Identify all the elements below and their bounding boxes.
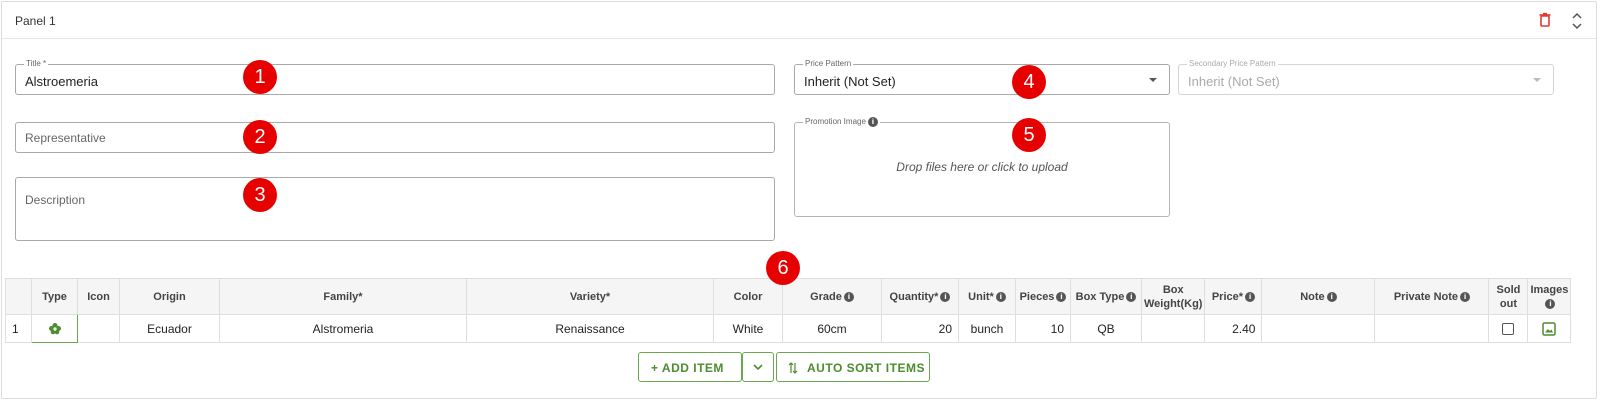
col-header-icon: Icon bbox=[77, 278, 120, 315]
annotation-badge-4: 4 bbox=[1012, 65, 1046, 99]
images-cell bbox=[1527, 314, 1572, 343]
sort-icon bbox=[788, 362, 798, 374]
box-weight-cell[interactable] bbox=[1140, 314, 1206, 343]
price-pattern-value: Inherit (Not Set) bbox=[804, 74, 896, 89]
col-header-box-type: Box Type i bbox=[1070, 278, 1142, 315]
panel-header: Panel 1 bbox=[2, 2, 1596, 39]
col-header-index bbox=[5, 278, 32, 315]
price-pattern-label: Price Pattern bbox=[803, 59, 854, 69]
title-field[interactable]: Title * Alstroemeria bbox=[15, 59, 775, 95]
unit-cell[interactable]: bunch bbox=[958, 314, 1016, 343]
private-note-cell[interactable] bbox=[1374, 314, 1490, 343]
image-icon[interactable] bbox=[1542, 322, 1557, 336]
info-icon[interactable]: i bbox=[1056, 291, 1067, 302]
info-icon[interactable]: i bbox=[1326, 291, 1337, 302]
info-icon[interactable]: i bbox=[1245, 291, 1256, 302]
dropzone-text: Drop files here or click to upload bbox=[896, 160, 1068, 174]
col-header-sold-out: Sold out bbox=[1488, 278, 1529, 315]
col-header-variety: Variety* bbox=[466, 278, 714, 315]
col-header-box-weight: Box Weight(Kg) bbox=[1140, 278, 1206, 315]
sold-out-checkbox[interactable] bbox=[1502, 323, 1515, 336]
info-icon[interactable]: i bbox=[995, 291, 1006, 302]
col-header-private-note: Private Note i bbox=[1374, 278, 1490, 315]
info-icon[interactable]: i bbox=[867, 117, 878, 127]
info-icon[interactable]: i bbox=[1126, 291, 1137, 302]
add-item-label: + ADD ITEM bbox=[651, 361, 724, 375]
annotation-badge-5: 5 bbox=[1012, 118, 1046, 152]
chevron-down-icon bbox=[1149, 78, 1157, 82]
panel: Panel 1 Title * Alstroemeria Representat… bbox=[1, 1, 1597, 399]
variety-cell[interactable]: Renaissance bbox=[466, 314, 714, 343]
chevron-down-icon bbox=[1533, 78, 1541, 82]
row-index: 1 bbox=[5, 314, 32, 343]
trash-icon[interactable] bbox=[1536, 11, 1554, 29]
col-header-pieces: Pieces i bbox=[1015, 278, 1071, 315]
info-icon[interactable]: i bbox=[843, 291, 854, 302]
grade-cell[interactable]: 60cm bbox=[782, 314, 882, 343]
items-table: Type Icon Origin Family* Variety* Color … bbox=[5, 278, 1572, 343]
info-icon[interactable]: i bbox=[1545, 298, 1556, 309]
representative-placeholder: Representative bbox=[25, 131, 106, 145]
col-header-grade: Grade i bbox=[782, 278, 882, 315]
add-item-button[interactable]: + ADD ITEM bbox=[638, 352, 742, 382]
color-cell[interactable]: White bbox=[713, 314, 783, 343]
promotion-image-label: Promotion Image i bbox=[803, 117, 880, 128]
secondary-price-pattern-select[interactable]: Secondary Price Pattern Inherit (Not Set… bbox=[1178, 59, 1554, 95]
annotation-badge-6: 6 bbox=[766, 251, 800, 285]
col-header-family: Family* bbox=[219, 278, 467, 315]
description-field[interactable]: Description bbox=[15, 177, 775, 241]
annotation-badge-1: 1 bbox=[243, 60, 277, 94]
col-header-images: Images i bbox=[1527, 278, 1572, 315]
col-header-origin: Origin bbox=[119, 278, 220, 315]
box-type-cell[interactable]: QB bbox=[1070, 314, 1142, 343]
info-icon[interactable]: i bbox=[1460, 291, 1471, 302]
annotation-badge-3: 3 bbox=[243, 178, 277, 212]
auto-sort-items-button[interactable]: AUTO SORT ITEMS bbox=[776, 352, 930, 382]
family-cell[interactable]: Alstromeria bbox=[219, 314, 467, 343]
note-cell[interactable] bbox=[1261, 314, 1376, 343]
col-header-price: Price* i bbox=[1204, 278, 1263, 315]
sold-out-cell bbox=[1488, 314, 1529, 343]
price-pattern-select[interactable]: Price Pattern Inherit (Not Set) bbox=[794, 59, 1170, 95]
description-placeholder: Description bbox=[25, 193, 86, 207]
col-header-note: Note i bbox=[1261, 278, 1376, 315]
col-header-unit: Unit* i bbox=[958, 278, 1016, 315]
secondary-price-pattern-value: Inherit (Not Set) bbox=[1188, 74, 1280, 89]
table-row: 1 Ecuador Alstromeria Renaissance White bbox=[5, 314, 1572, 343]
info-icon[interactable]: i bbox=[940, 291, 951, 302]
auto-sort-items-label: AUTO SORT ITEMS bbox=[807, 361, 925, 375]
flower-icon bbox=[48, 322, 61, 335]
type-cell[interactable] bbox=[31, 314, 78, 343]
col-header-quantity: Quantity* i bbox=[881, 278, 959, 315]
title-value: Alstroemeria bbox=[25, 74, 98, 89]
panel-title: Panel 1 bbox=[15, 14, 56, 28]
quantity-cell[interactable]: 20 bbox=[881, 314, 959, 343]
col-header-color: Color bbox=[713, 278, 783, 315]
title-label: Title * bbox=[24, 59, 49, 69]
pieces-cell[interactable]: 10 bbox=[1015, 314, 1071, 343]
secondary-price-pattern-label: Secondary Price Pattern bbox=[1187, 59, 1278, 69]
promotion-image-dropzone[interactable]: Promotion Image i Drop files here or clic… bbox=[794, 117, 1170, 217]
add-item-menu-button[interactable] bbox=[742, 352, 774, 382]
representative-field[interactable]: Representative bbox=[15, 122, 775, 153]
collapse-icon[interactable] bbox=[1570, 12, 1584, 30]
price-cell[interactable]: 2.40 bbox=[1204, 314, 1263, 343]
col-header-type: Type bbox=[31, 278, 78, 315]
chevron-down-icon bbox=[753, 364, 763, 371]
annotation-badge-2: 2 bbox=[243, 120, 277, 154]
origin-cell[interactable]: Ecuador bbox=[119, 314, 220, 343]
icon-cell[interactable] bbox=[77, 314, 120, 343]
